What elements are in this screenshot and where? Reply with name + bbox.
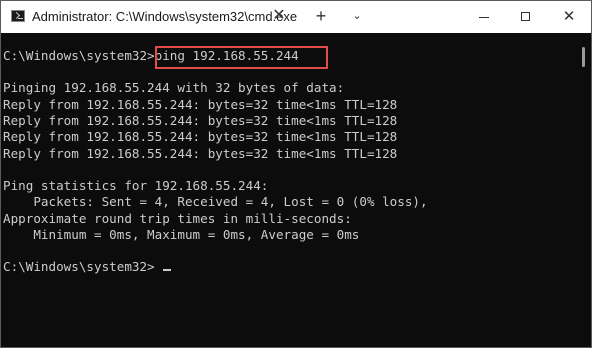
vertical-scrollbar[interactable] <box>577 35 591 347</box>
terminal-line: Reply from 192.168.55.244: bytes=32 time… <box>3 146 398 161</box>
terminal-line: Reply from 192.168.55.244: bytes=32 time… <box>3 129 398 144</box>
minimize-icon <box>479 17 489 18</box>
close-button[interactable]: ✕ <box>547 1 591 33</box>
tab-close-button[interactable]: ✕ <box>269 6 289 26</box>
cmd-icon <box>11 10 25 22</box>
terminal-line: Reply from 192.168.55.244: bytes=32 time… <box>3 97 398 112</box>
title-bar[interactable]: Administrator: C:\Windows\system32\cmd.e… <box>1 1 591 33</box>
terminal-line: Packets: Sent = 4, Received = 4, Lost = … <box>3 194 428 209</box>
terminal-line: Ping statistics for 192.168.55.244: <box>3 178 269 193</box>
command-highlight-box <box>155 46 328 69</box>
minimize-button[interactable] <box>463 1 505 33</box>
tab-dropdown-icon[interactable]: ⌄ <box>347 6 367 26</box>
scrollbar-thumb[interactable] <box>582 47 585 67</box>
terminal-line: Reply from 192.168.55.244: bytes=32 time… <box>3 113 398 128</box>
terminal-prompt: C:\Windows\system32> <box>3 259 155 274</box>
terminal-line: Approximate round trip times in milli-se… <box>3 211 352 226</box>
cmd-window: Administrator: C:\Windows\system32\cmd.e… <box>0 0 592 348</box>
maximize-button[interactable] <box>505 1 547 33</box>
terminal-line: Pinging 192.168.55.244 with 32 bytes of … <box>3 80 345 95</box>
terminal-output[interactable]: C:\Windows\system32>ping 192.168.55.244 … <box>2 34 574 346</box>
maximize-icon <box>521 12 530 21</box>
terminal-line: Minimum = 0ms, Maximum = 0ms, Average = … <box>3 227 360 242</box>
text-cursor <box>163 269 171 271</box>
window-title: Administrator: C:\Windows\system32\cmd.e… <box>32 9 298 24</box>
new-tab-button[interactable]: + <box>311 6 331 26</box>
